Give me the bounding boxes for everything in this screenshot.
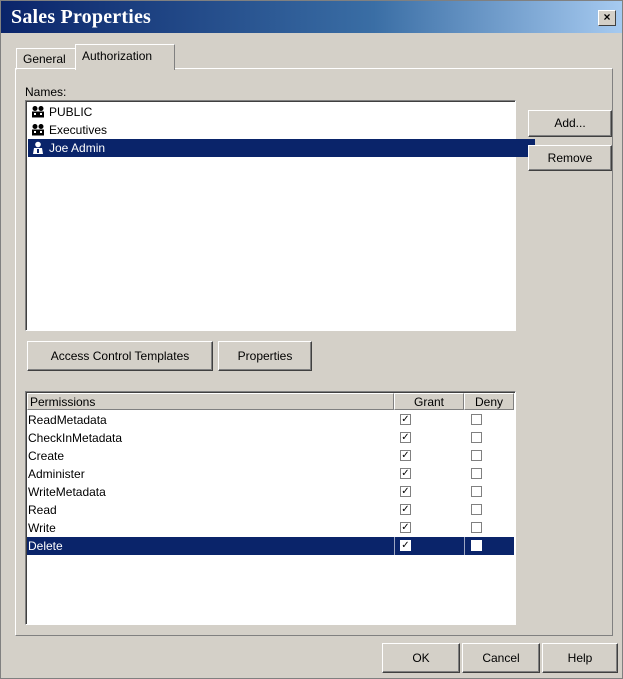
list-item-label: Joe Admin bbox=[49, 141, 106, 155]
list-item-label: PUBLIC bbox=[49, 105, 93, 119]
user-icon bbox=[33, 141, 43, 154]
window-title: Sales Properties bbox=[11, 6, 152, 28]
permission-name: Read bbox=[28, 503, 57, 517]
table-row[interactable]: Delete ✓ bbox=[27, 537, 514, 555]
permission-name: Delete bbox=[28, 539, 63, 553]
group-icon bbox=[32, 124, 44, 136]
column-divider bbox=[394, 537, 395, 555]
names-label: Names: bbox=[25, 85, 67, 99]
remove-button[interactable]: Remove bbox=[528, 145, 612, 171]
deny-checkbox[interactable] bbox=[471, 450, 482, 461]
deny-checkbox[interactable] bbox=[471, 468, 482, 479]
properties-button[interactable]: Properties bbox=[218, 341, 312, 371]
grant-checkbox[interactable]: ✓ bbox=[400, 432, 411, 443]
sales-properties-dialog: Sales Properties × General Authorization… bbox=[0, 0, 623, 679]
permission-name: Administer bbox=[28, 467, 85, 481]
tab-general[interactable]: General bbox=[16, 48, 82, 70]
list-item[interactable]: Executives bbox=[28, 121, 511, 139]
help-button[interactable]: Help bbox=[542, 643, 618, 673]
deny-checkbox[interactable] bbox=[471, 432, 482, 443]
list-item-label: Executives bbox=[49, 123, 108, 137]
names-list[interactable]: PUBLIC Executives Joe Admin bbox=[25, 100, 535, 331]
access-control-templates-button[interactable]: Access Control Templates bbox=[27, 341, 213, 371]
group-icon bbox=[32, 106, 44, 118]
deny-checkbox[interactable] bbox=[471, 522, 482, 533]
permission-name: Write bbox=[28, 521, 56, 535]
permissions-table[interactable]: Permissions Grant Deny ReadMetadata ✓ Ch… bbox=[25, 391, 516, 625]
deny-checkbox[interactable] bbox=[471, 504, 482, 515]
grant-checkbox[interactable]: ✓ bbox=[400, 486, 411, 497]
table-row[interactable]: Create ✓ bbox=[27, 447, 514, 465]
table-row[interactable]: Administer ✓ bbox=[27, 465, 514, 483]
column-divider bbox=[464, 537, 465, 555]
deny-checkbox[interactable] bbox=[471, 414, 482, 425]
permission-name: Create bbox=[28, 449, 65, 463]
grant-checkbox[interactable]: ✓ bbox=[400, 540, 411, 551]
table-row[interactable]: WriteMetadata ✓ bbox=[27, 483, 514, 501]
deny-checkbox[interactable] bbox=[471, 540, 482, 551]
permission-name: CheckInMetadata bbox=[28, 431, 123, 445]
permission-name: WriteMetadata bbox=[28, 485, 106, 499]
ok-button[interactable]: OK bbox=[382, 643, 460, 673]
grant-checkbox[interactable]: ✓ bbox=[400, 414, 411, 425]
table-row[interactable]: Write ✓ bbox=[27, 519, 514, 537]
deny-checkbox[interactable] bbox=[471, 486, 482, 497]
add-button[interactable]: Add... bbox=[528, 110, 612, 137]
tab-authorization[interactable]: Authorization bbox=[75, 44, 175, 70]
grant-checkbox[interactable]: ✓ bbox=[400, 504, 411, 515]
table-row[interactable]: Read ✓ bbox=[27, 501, 514, 519]
column-header-grant[interactable]: Grant bbox=[394, 393, 464, 410]
grant-checkbox[interactable]: ✓ bbox=[400, 522, 411, 533]
column-header-deny[interactable]: Deny bbox=[464, 393, 514, 410]
list-item[interactable]: Joe Admin bbox=[28, 139, 535, 157]
table-row[interactable]: CheckInMetadata ✓ bbox=[27, 429, 514, 447]
permission-name: ReadMetadata bbox=[28, 413, 107, 427]
grant-checkbox[interactable]: ✓ bbox=[400, 450, 411, 461]
column-header-permissions[interactable]: Permissions bbox=[27, 393, 394, 410]
close-icon[interactable]: × bbox=[598, 10, 616, 26]
grant-checkbox[interactable]: ✓ bbox=[400, 468, 411, 479]
table-row[interactable]: ReadMetadata ✓ bbox=[27, 411, 514, 429]
list-item[interactable]: PUBLIC bbox=[28, 103, 511, 121]
cancel-button[interactable]: Cancel bbox=[462, 643, 540, 673]
title-bar[interactable]: Sales Properties × bbox=[1, 1, 622, 33]
